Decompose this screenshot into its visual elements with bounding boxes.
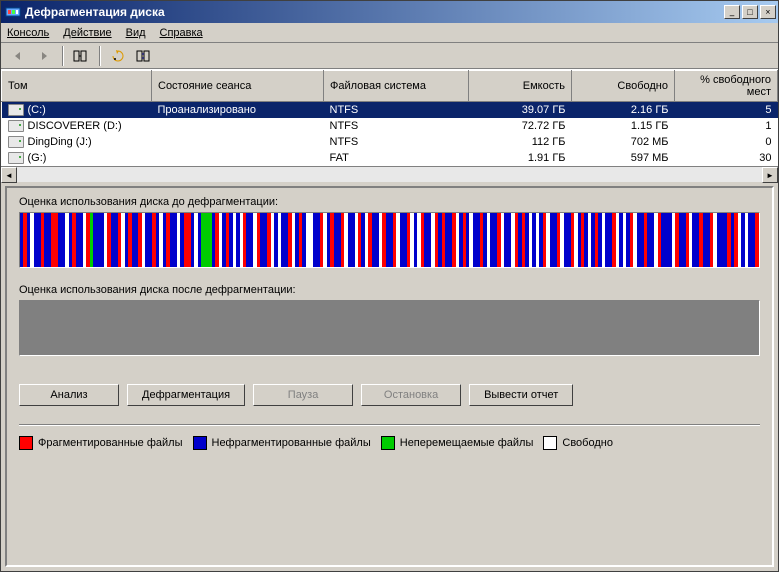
back-button[interactable]: [7, 45, 29, 67]
volume-table: Том Состояние сеанса Файловая система Ем…: [1, 70, 778, 166]
horizontal-scrollbar[interactable]: ◄ ►: [1, 166, 778, 182]
swatch-fragmented: [19, 436, 33, 450]
legend-contiguous-label: Нефрагментированные файлы: [212, 437, 371, 449]
volume-name: (G:): [28, 152, 47, 164]
volume-fs: FAT: [324, 150, 469, 166]
stop-button[interactable]: Остановка: [361, 384, 461, 406]
col-pct-free[interactable]: % свободного мест: [675, 71, 778, 102]
volume-free: 597 МБ: [572, 150, 675, 166]
legend-free: Свободно: [543, 436, 613, 450]
table-row[interactable]: DingDing (J:) NTFS112 ГБ702 МБ0: [2, 134, 778, 150]
volume-free: 2.16 ГБ: [572, 102, 675, 119]
titlebar[interactable]: Дефрагментация диска _ □ ×: [1, 1, 778, 23]
stripe: [755, 213, 758, 267]
legend-fragmented: Фрагментированные файлы: [19, 436, 183, 450]
legend-unmovable-label: Неперемещаемые файлы: [400, 437, 534, 449]
col-filesystem[interactable]: Файловая система: [324, 71, 469, 102]
maximize-button[interactable]: □: [742, 5, 758, 19]
volume-state: Проанализировано: [152, 102, 324, 119]
legend: Фрагментированные файлы Нефрагментирован…: [19, 436, 760, 450]
window-title: Дефрагментация диска: [25, 5, 724, 19]
legend-unmovable: Неперемещаемые файлы: [381, 436, 534, 450]
volume-capacity: 72.72 ГБ: [469, 118, 572, 134]
table-row[interactable]: DISCOVERER (D:) NTFS72.72 ГБ1.15 ГБ1: [2, 118, 778, 134]
menu-help[interactable]: Справка: [160, 27, 203, 39]
content-area: Том Состояние сеанса Файловая система Ем…: [1, 69, 778, 571]
drive-icon: [8, 136, 24, 148]
usage-bar-after: [19, 300, 760, 356]
volume-state: [152, 118, 324, 134]
scroll-track[interactable]: [17, 167, 762, 182]
label-before: Оценка использования диска до дефрагмент…: [19, 196, 760, 208]
drive-icon: [8, 120, 24, 132]
volume-capacity: 1.91 ГБ: [469, 150, 572, 166]
toolbar-separator: [62, 46, 63, 66]
app-icon: [5, 4, 21, 20]
volume-state: [152, 150, 324, 166]
table-row[interactable]: (C:) ПроанализированоNTFS39.07 ГБ2.16 ГБ5: [2, 102, 778, 119]
volume-fs: NTFS: [324, 102, 469, 119]
usage-bar-before: [19, 212, 760, 268]
volume-free: 702 МБ: [572, 134, 675, 150]
volume-capacity: 39.07 ГБ: [469, 102, 572, 119]
properties-button[interactable]: [133, 45, 155, 67]
col-free[interactable]: Свободно: [572, 71, 675, 102]
button-row: Анализ Дефрагментация Пауза Остановка Вы…: [19, 384, 760, 406]
minimize-button[interactable]: _: [724, 5, 740, 19]
report-button[interactable]: Вывести отчет: [469, 384, 573, 406]
menu-view[interactable]: Вид: [126, 27, 146, 39]
forward-button[interactable]: [33, 45, 55, 67]
defrag-window: Дефрагментация диска _ □ × Консоль Дейст…: [0, 0, 779, 572]
swatch-contiguous: [193, 436, 207, 450]
table-row[interactable]: (G:) FAT1.91 ГБ597 МБ30: [2, 150, 778, 166]
menu-action[interactable]: Действие: [63, 27, 111, 39]
col-volume[interactable]: Том: [2, 71, 152, 102]
volume-fs: NTFS: [324, 118, 469, 134]
volume-pct: 5: [675, 102, 778, 119]
toolbar-separator: [99, 46, 100, 66]
defragment-button[interactable]: Дефрагментация: [127, 384, 245, 406]
swatch-unmovable: [381, 436, 395, 450]
pause-button[interactable]: Пауза: [253, 384, 353, 406]
volume-name: (C:): [28, 104, 46, 116]
volume-name: DingDing (J:): [28, 136, 92, 148]
separator: [19, 424, 760, 426]
drive-icon: [8, 104, 24, 116]
volume-capacity: 112 ГБ: [469, 134, 572, 150]
volume-pct: 0: [675, 134, 778, 150]
col-session-state[interactable]: Состояние сеанса: [152, 71, 324, 102]
volume-table-wrap: Том Состояние сеанса Файловая система Ем…: [1, 69, 778, 182]
drive-icon: [8, 152, 24, 164]
legend-fragmented-label: Фрагментированные файлы: [38, 437, 183, 449]
close-button[interactable]: ×: [760, 5, 776, 19]
column-header-row: Том Состояние сеанса Файловая система Ем…: [2, 71, 778, 102]
refresh-button[interactable]: [107, 45, 129, 67]
scroll-left-icon[interactable]: ◄: [1, 167, 17, 183]
volume-free: 1.15 ГБ: [572, 118, 675, 134]
volume-name: DISCOVERER (D:): [28, 120, 122, 132]
label-after: Оценка использования диска после дефрагм…: [19, 284, 760, 296]
volume-pct: 1: [675, 118, 778, 134]
up-button[interactable]: [70, 45, 92, 67]
lower-panel: Оценка использования диска до дефрагмент…: [5, 186, 774, 567]
col-capacity[interactable]: Емкость: [469, 71, 572, 102]
toolbar: [1, 43, 778, 69]
volume-state: [152, 134, 324, 150]
legend-contiguous: Нефрагментированные файлы: [193, 436, 371, 450]
analyze-button[interactable]: Анализ: [19, 384, 119, 406]
legend-free-label: Свободно: [562, 437, 613, 449]
volume-fs: NTFS: [324, 134, 469, 150]
menu-console[interactable]: Консоль: [7, 27, 49, 39]
scroll-right-icon[interactable]: ►: [762, 167, 778, 183]
menubar: Консоль Действие Вид Справка: [1, 23, 778, 43]
swatch-free: [543, 436, 557, 450]
volume-pct: 30: [675, 150, 778, 166]
